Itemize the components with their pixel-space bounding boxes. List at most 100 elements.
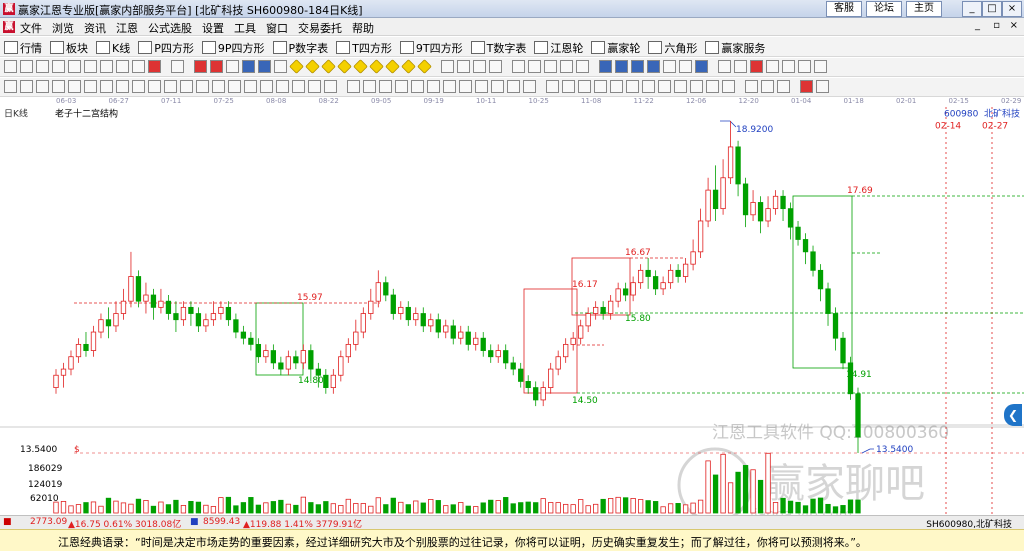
toolbar-item-2[interactable]: K线 xyxy=(96,40,130,56)
tb3-icons-tool-icon[interactable] xyxy=(578,80,591,93)
tb2-icons-tool-icon[interactable] xyxy=(473,60,486,73)
tb3-icons-tool-icon[interactable] xyxy=(491,80,504,93)
tb3-icons-tool-icon[interactable] xyxy=(594,80,607,93)
menu-item-2[interactable]: 资讯 xyxy=(84,20,106,36)
tb3-icons-tool-icon[interactable] xyxy=(610,80,623,93)
tb2-icons-tool-icon[interactable] xyxy=(194,60,207,73)
tb3-icons-tool-icon[interactable] xyxy=(523,80,536,93)
tb2-icons-tool-icon[interactable] xyxy=(766,60,779,73)
tb2-icons-tool-icon[interactable] xyxy=(814,60,827,73)
tb2-icons-tool-icon[interactable] xyxy=(148,60,161,73)
tb3-icons-tool-icon[interactable] xyxy=(706,80,719,93)
tb3-icons-tool-icon[interactable] xyxy=(228,80,241,93)
tb2-icons-tool-icon[interactable] xyxy=(489,60,502,73)
menu-item-3[interactable]: 江恩 xyxy=(116,20,138,36)
tb3-icons-tool-icon[interactable] xyxy=(100,80,113,93)
tb2-icons-tool-icon[interactable] xyxy=(226,60,239,73)
tb3-icons-tool-icon[interactable] xyxy=(292,80,305,93)
tb3-icons-tool-icon[interactable] xyxy=(546,80,559,93)
tb2-icons-tool-icon[interactable] xyxy=(258,60,271,73)
toolbar-item-10[interactable]: 赢家轮 xyxy=(591,40,640,56)
tb3-icons-tool-icon[interactable] xyxy=(690,80,703,93)
link-forum[interactable]: 论坛 xyxy=(866,1,902,17)
tb2-icons-tool-icon[interactable] xyxy=(599,60,612,73)
tb2-icons-tool-icon[interactable] xyxy=(369,59,384,74)
tb3-icons-tool-icon[interactable] xyxy=(363,80,376,93)
tb2-icons-tool-icon[interactable] xyxy=(544,60,557,73)
tb2-icons-tool-icon[interactable] xyxy=(401,59,416,74)
tb2-icons-tool-icon[interactable] xyxy=(528,60,541,73)
side-expand-button[interactable]: ❮ xyxy=(1004,404,1022,426)
menu-item-5[interactable]: 设置 xyxy=(202,20,224,36)
tb2-icons-tool-icon[interactable] xyxy=(734,60,747,73)
toolbar-item-8[interactable]: T数字表 xyxy=(470,40,526,56)
tb2-icons-tool-icon[interactable] xyxy=(132,60,145,73)
menu-item-9[interactable]: 帮助 xyxy=(352,20,374,36)
tb3-icons-tool-icon[interactable] xyxy=(379,80,392,93)
kline-chart[interactable]: 江恩工具软件 QQ:100800360 赢家聊吧 liaoba.vip.com … xyxy=(0,107,1024,515)
tb2-icons-tool-icon[interactable] xyxy=(798,60,811,73)
link-home[interactable]: 主页 xyxy=(906,1,942,17)
close-icon[interactable]: × xyxy=(1002,1,1022,17)
tb3-icons-tool-icon[interactable] xyxy=(276,80,289,93)
tb2-icons-tool-icon[interactable] xyxy=(718,60,731,73)
minimize-icon[interactable]: _ xyxy=(962,1,982,17)
toolbar-item-7[interactable]: 9T四方形 xyxy=(399,40,463,56)
tb3-icons-tool-icon[interactable] xyxy=(52,80,65,93)
tb3-icons-tool-icon[interactable] xyxy=(324,80,337,93)
tb2-icons-tool-icon[interactable] xyxy=(631,60,644,73)
tb3-icons-tool-icon[interactable] xyxy=(459,80,472,93)
menu-close-icon[interactable]: × xyxy=(1010,20,1018,31)
toolbar-item-6[interactable]: T四方形 xyxy=(336,40,392,56)
tb3-icons-tool-icon[interactable] xyxy=(816,80,829,93)
tb2-icons-tool-icon[interactable] xyxy=(289,59,304,74)
tb3-icons-tool-icon[interactable] xyxy=(4,80,17,93)
tb2-icons-tool-icon[interactable] xyxy=(210,60,223,73)
menu-item-7[interactable]: 窗口 xyxy=(266,20,288,36)
tb3-icons-tool-icon[interactable] xyxy=(674,80,687,93)
tb3-icons-tool-icon[interactable] xyxy=(562,80,575,93)
tb3-icons-tool-icon[interactable] xyxy=(36,80,49,93)
toolbar-item-9[interactable]: 江恩轮 xyxy=(534,40,583,56)
tb3-icons-tool-icon[interactable] xyxy=(132,80,145,93)
tb2-icons-tool-icon[interactable] xyxy=(512,60,525,73)
tb3-icons-tool-icon[interactable] xyxy=(212,80,225,93)
tb3-icons-tool-icon[interactable] xyxy=(84,80,97,93)
tb3-icons-tool-icon[interactable] xyxy=(116,80,129,93)
tb2-icons-tool-icon[interactable] xyxy=(695,60,708,73)
tb2-icons-tool-icon[interactable] xyxy=(68,60,81,73)
tb2-icons-tool-icon[interactable] xyxy=(171,60,184,73)
tb3-icons-tool-icon[interactable] xyxy=(443,80,456,93)
toolbar-item-5[interactable]: P数字表 xyxy=(272,40,328,56)
tb2-icons-tool-icon[interactable] xyxy=(116,60,129,73)
tb3-icons-tool-icon[interactable] xyxy=(507,80,520,93)
tb3-icons-tool-icon[interactable] xyxy=(722,80,735,93)
maximize-icon[interactable]: □ xyxy=(982,1,1002,17)
tb2-icons-tool-icon[interactable] xyxy=(242,60,255,73)
tb2-icons-tool-icon[interactable] xyxy=(385,59,400,74)
tb3-icons-tool-icon[interactable] xyxy=(395,80,408,93)
menu-minimize-icon[interactable]: _ xyxy=(975,20,980,31)
toolbar-item-11[interactable]: 六角形 xyxy=(648,40,697,56)
tb3-icons-tool-icon[interactable] xyxy=(164,80,177,93)
tb3-icons-tool-icon[interactable] xyxy=(308,80,321,93)
tb3-icons-tool-icon[interactable] xyxy=(745,80,758,93)
sh-icon[interactable]: ■ xyxy=(3,517,12,527)
tb2-icons-tool-icon[interactable] xyxy=(663,60,676,73)
toolbar-item-4[interactable]: 9P四方形 xyxy=(201,40,265,56)
sz-icon[interactable]: ■ xyxy=(190,517,199,527)
tb2-icons-tool-icon[interactable] xyxy=(274,60,287,73)
tb2-icons-tool-icon[interactable] xyxy=(647,60,660,73)
tb2-icons-tool-icon[interactable] xyxy=(782,60,795,73)
tb2-icons-tool-icon[interactable] xyxy=(337,59,352,74)
menu-item-0[interactable]: 文件 xyxy=(20,20,42,36)
menu-item-4[interactable]: 公式选股 xyxy=(148,20,192,36)
tb3-icons-tool-icon[interactable] xyxy=(260,80,273,93)
tb2-icons-tool-icon[interactable] xyxy=(615,60,628,73)
toolbar-item-0[interactable]: 行情 xyxy=(4,40,42,56)
menu-restore-icon[interactable]: ▫ xyxy=(993,20,1000,31)
tb2-icons-tool-icon[interactable] xyxy=(679,60,692,73)
tb2-icons-tool-icon[interactable] xyxy=(750,60,763,73)
tb3-icons-tool-icon[interactable] xyxy=(180,80,193,93)
tb3-icons-tool-icon[interactable] xyxy=(411,80,424,93)
